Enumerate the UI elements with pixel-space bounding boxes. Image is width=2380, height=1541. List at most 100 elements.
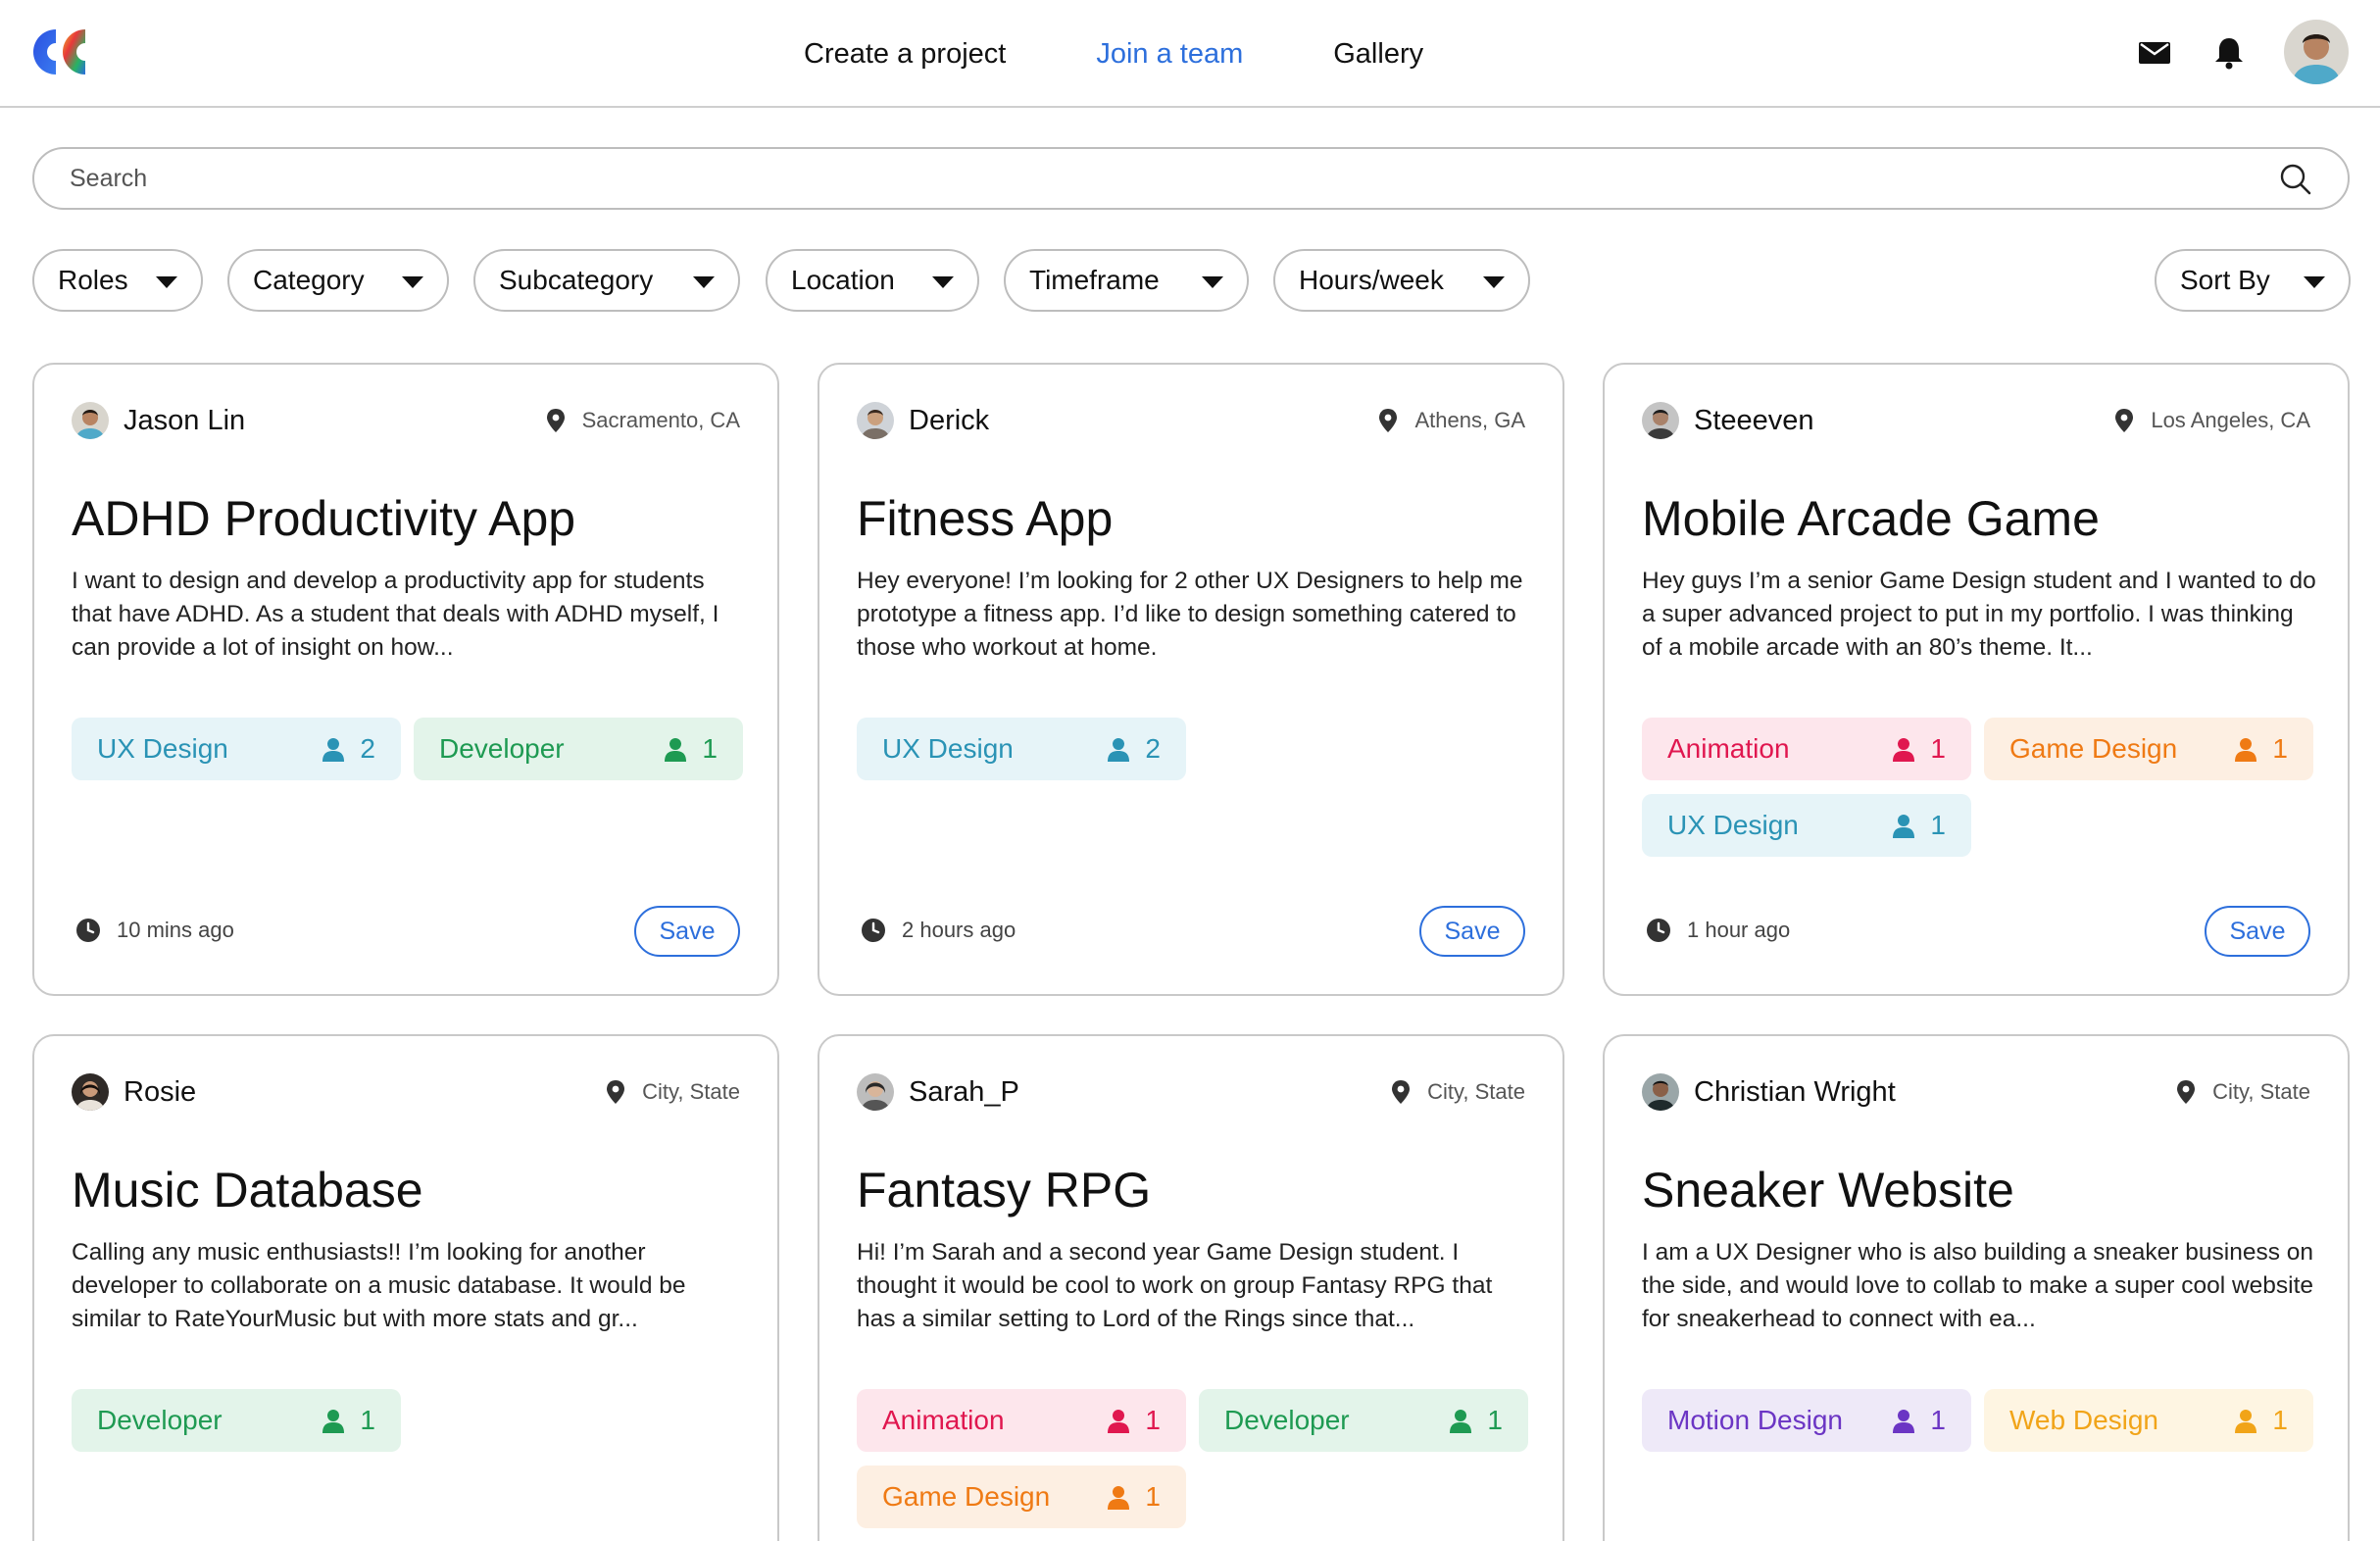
role-tag-motion-design[interactable]: Motion Design 1 (1642, 1389, 1971, 1452)
card-owner[interactable]: Rosie (72, 1073, 196, 1111)
user-avatar[interactable] (2284, 20, 2349, 84)
role-tag-developer[interactable]: Developer 1 (1199, 1389, 1528, 1452)
card-location: Sacramento, CA (545, 408, 740, 433)
role-tag-count: 2 (1145, 733, 1161, 764)
card-owner[interactable]: Christian Wright (1642, 1073, 1896, 1111)
owner-avatar (1642, 1073, 1679, 1111)
location-text: City, State (1427, 1079, 1525, 1104)
filter-label: Category (253, 265, 365, 295)
card-title[interactable]: Fantasy RPG (857, 1162, 1151, 1218)
role-tag-ux-design[interactable]: UX Design 2 (72, 718, 401, 780)
card-owner[interactable]: Derick (857, 402, 989, 439)
search-icon[interactable] (2279, 163, 2312, 196)
location-pin-icon (1379, 409, 1398, 432)
role-tag-ux-design[interactable]: UX Design 2 (857, 718, 1186, 780)
bell-icon[interactable] (2211, 35, 2247, 71)
location-pin-icon (607, 1080, 625, 1104)
nav-gallery[interactable]: Gallery (1333, 38, 1423, 71)
role-tag-ux-design[interactable]: UX Design 1 (1642, 794, 1971, 857)
nav-create-project[interactable]: Create a project (804, 38, 1006, 71)
project-card[interactable]: Derick Athens, GA Fitness App Hey everyo… (818, 363, 1564, 996)
role-tag-web-design[interactable]: Web Design 1 (1984, 1389, 2313, 1452)
filter-location[interactable]: Location (766, 249, 979, 312)
card-title[interactable]: Sneaker Website (1642, 1162, 2014, 1218)
role-tag-label: Game Design (2009, 733, 2178, 764)
user-avatar-icon (2284, 20, 2349, 84)
role-tag-label: Game Design (882, 1481, 1051, 1512)
role-tag-count: 1 (2272, 1405, 2288, 1435)
filter-label: Subcategory (499, 265, 654, 295)
project-card[interactable]: Christian Wright City, State Sneaker Web… (1603, 1034, 2350, 1541)
role-tag-count: 1 (1145, 1405, 1161, 1435)
owner-name: Christian Wright (1694, 1075, 1896, 1108)
card-location: City, State (605, 1079, 740, 1105)
person-icon (1450, 1410, 1472, 1433)
person-icon (665, 738, 687, 762)
card-description: I want to design and develop a productiv… (72, 568, 719, 661)
filter-timeframe[interactable]: Timeframe (1004, 249, 1249, 312)
card-timestamp: 2 hours ago (861, 918, 1016, 943)
avatar-icon (1642, 1073, 1679, 1111)
card-location: City, State (2175, 1079, 2310, 1105)
role-tag-count: 1 (2272, 733, 2288, 764)
search-input[interactable] (70, 157, 2226, 200)
role-tag-label: Motion Design (1667, 1405, 1843, 1435)
role-tag-developer[interactable]: Developer 1 (72, 1389, 401, 1452)
person-icon (1108, 738, 1130, 762)
card-title[interactable]: Fitness App (857, 490, 1113, 547)
location-text: Athens, GA (1414, 408, 1525, 432)
role-tag-count: 1 (1930, 810, 1946, 840)
time-text: 1 hour ago (1687, 918, 1791, 942)
project-card[interactable]: Steeeven Los Angeles, CA Mobile Arcade G… (1603, 363, 2350, 996)
role-tag-game-design[interactable]: Game Design 1 (1984, 718, 2313, 780)
save-button[interactable]: Save (1419, 906, 1525, 957)
card-owner[interactable]: Steeeven (1642, 402, 1814, 439)
project-card[interactable]: Jason Lin Sacramento, CA ADHD Productivi… (32, 363, 779, 996)
role-tag-label: UX Design (1667, 810, 1799, 840)
card-title[interactable]: Mobile Arcade Game (1642, 490, 2100, 547)
filter-category[interactable]: Category (227, 249, 449, 312)
person-icon (2235, 738, 2257, 762)
role-tag-animation[interactable]: Animation 1 (857, 1389, 1186, 1452)
card-location: Los Angeles, CA (2113, 408, 2310, 433)
card-title[interactable]: ADHD Productivity App (72, 490, 575, 547)
role-tag-label: Developer (97, 1405, 223, 1435)
project-card[interactable]: Rosie City, State Music Database Calling… (32, 1034, 779, 1541)
search-bar (32, 147, 2350, 210)
card-owner[interactable]: Jason Lin (72, 402, 245, 439)
card-owner[interactable]: Sarah_P (857, 1073, 1019, 1111)
filter-subcategory[interactable]: Subcategory (473, 249, 740, 312)
role-tag-label: UX Design (97, 733, 228, 764)
owner-name: Sarah_P (909, 1075, 1019, 1108)
caret-down-icon (693, 276, 715, 288)
filter-label: Hours/week (1299, 265, 1444, 295)
owner-avatar (1642, 402, 1679, 439)
filter-hours-week[interactable]: Hours/week (1273, 249, 1530, 312)
sort-by-dropdown[interactable]: Sort By (2155, 249, 2351, 312)
owner-name: Steeeven (1694, 404, 1814, 436)
card-title[interactable]: Music Database (72, 1162, 423, 1218)
main-nav: Create a project Join a team Gallery (804, 29, 1423, 78)
role-tag-label: Developer (1224, 1405, 1350, 1435)
top-header: Create a project Join a team Gallery (0, 0, 2380, 108)
mail-icon[interactable] (2137, 35, 2172, 71)
role-tag-count: 1 (702, 733, 718, 764)
role-tag-developer[interactable]: Developer 1 (414, 718, 743, 780)
role-tag-count: 2 (360, 733, 375, 764)
location-pin-icon (2115, 409, 2134, 432)
person-icon (1893, 738, 1915, 762)
nav-join-team[interactable]: Join a team (1096, 38, 1243, 71)
app-logo-icon[interactable] (29, 25, 110, 78)
card-location: Athens, GA (1377, 408, 1525, 433)
card-description: Hi! I’m Sarah and a second year Game Des… (857, 1239, 1493, 1332)
card-description: Hey everyone! I’m looking for 2 other UX… (857, 568, 1523, 661)
filter-label: Roles (58, 265, 128, 295)
filter-roles[interactable]: Roles (32, 249, 203, 312)
save-button[interactable]: Save (2205, 906, 2310, 957)
project-card[interactable]: Sarah_P City, State Fantasy RPG Hi! I’m … (818, 1034, 1564, 1541)
role-tag-game-design[interactable]: Game Design 1 (857, 1466, 1186, 1528)
card-description: Calling any music enthusiasts!! I’m look… (72, 1239, 686, 1332)
save-button[interactable]: Save (634, 906, 740, 957)
person-icon (1893, 815, 1915, 838)
role-tag-animation[interactable]: Animation 1 (1642, 718, 1971, 780)
